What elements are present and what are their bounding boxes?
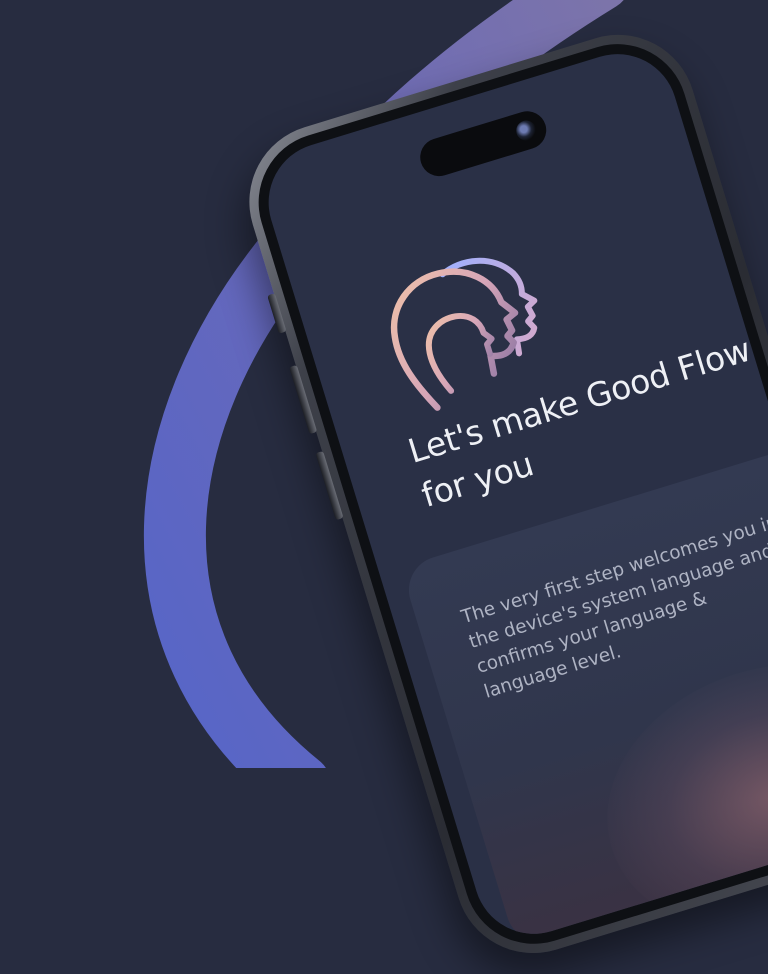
dynamic-island — [415, 106, 551, 181]
onboarding-description: The very first step welcomes you in the … — [458, 511, 768, 703]
front-camera-icon — [513, 118, 539, 144]
